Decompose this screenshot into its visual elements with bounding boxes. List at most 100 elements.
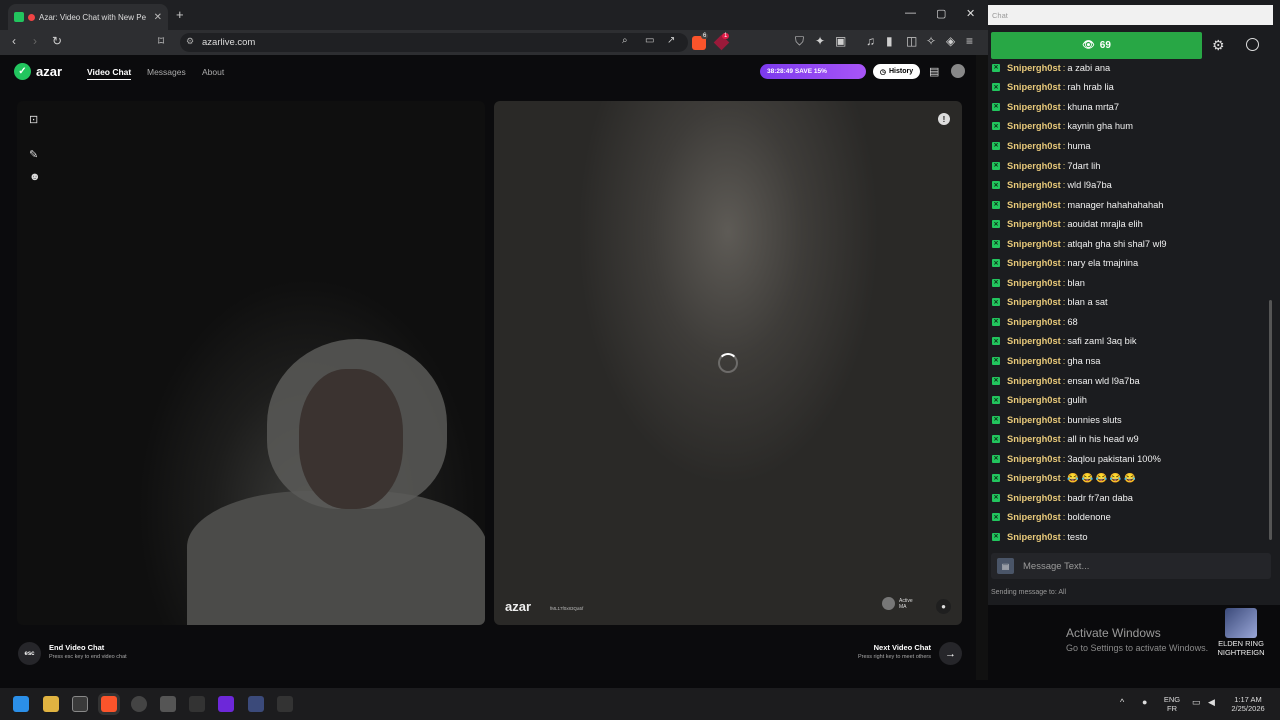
popout-icon[interactable] <box>1246 38 1259 51</box>
chat-overlay-window: Chat 👁 69 ⚙ ✕ Snipergh0st: a zabi ana ✕ Snip… <box>988 0 1280 605</box>
chat-username[interactable]: Snipergh0st <box>1007 454 1061 464</box>
next-chat-button[interactable]: → <box>939 642 962 665</box>
share-icon[interactable]: ↗ <box>667 35 675 46</box>
elden-ring-shortcut-icon[interactable] <box>1225 608 1257 638</box>
zoom-icon[interactable]: ⌕ <box>622 35 628 46</box>
azar-logo[interactable]: ✓ azar <box>14 63 62 80</box>
minimize-button[interactable]: — <box>905 7 916 19</box>
chat-username[interactable]: Snipergh0st <box>1007 532 1061 542</box>
leo-ai-icon[interactable]: ✧ <box>926 34 936 48</box>
obs-icon[interactable] <box>131 696 147 712</box>
chat-message-input[interactable] <box>1023 559 1263 573</box>
page-scrollbar[interactable] <box>976 55 988 680</box>
close-window-button[interactable]: ✕ <box>966 7 975 20</box>
chat-username[interactable]: Snipergh0st <box>1007 121 1061 131</box>
history-button[interactable]: ◷ History <box>873 64 920 79</box>
bookmark-icon[interactable]: ⌑ <box>158 34 164 48</box>
store-icon[interactable]: ▤ <box>929 65 939 78</box>
promo-timer-badge[interactable]: 38:28:49 SAVE 15% <box>760 64 866 79</box>
new-tab-button[interactable]: + <box>176 7 184 22</box>
reload-icon[interactable]: ↻ <box>52 34 62 48</box>
viewer-count: 69 <box>1099 40 1111 51</box>
ghub-icon[interactable] <box>189 696 205 712</box>
chat-separator: : <box>1062 336 1066 347</box>
language-indicator[interactable]: ENG FR <box>1160 695 1184 713</box>
magic-wand-icon[interactable]: ✎ <box>29 148 38 161</box>
vpn-shield-icon[interactable]: ⛉ <box>795 34 804 49</box>
tray-overflow-icon[interactable]: ^ <box>1120 698 1124 707</box>
chat-message-list[interactable]: ✕ Snipergh0st: a zabi ana ✕ Snipergh0st: rah … <box>992 58 1264 548</box>
nav-messages[interactable]: Messages <box>147 67 186 77</box>
microphone-icon[interactable]: ● <box>1142 698 1147 707</box>
chat-username[interactable]: Snipergh0st <box>1007 102 1061 112</box>
chat-message-text: rah hrab lia <box>1067 82 1114 93</box>
chat-username[interactable]: Snipergh0st <box>1007 512 1061 522</box>
chat-username[interactable]: Snipergh0st <box>1007 82 1061 92</box>
profile-avatar[interactable] <box>951 64 965 78</box>
nav-video-chat[interactable]: Video Chat <box>87 67 132 80</box>
forward-icon[interactable]: › <box>33 34 37 48</box>
chat-username[interactable]: Snipergh0st <box>1007 258 1061 268</box>
store-app-icon[interactable] <box>72 696 88 712</box>
remote-user-chip[interactable]: Active MA <box>882 597 913 610</box>
elden-ring-task-icon[interactable] <box>248 696 264 712</box>
report-icon[interactable]: ! <box>938 113 950 125</box>
chat-username[interactable]: Snipergh0st <box>1007 63 1061 73</box>
chat-username[interactable]: Snipergh0st <box>1007 141 1061 151</box>
chat-username[interactable]: Snipergh0st <box>1007 297 1061 307</box>
chat-username[interactable]: Snipergh0st <box>1007 473 1061 483</box>
gear-icon[interactable]: ⚙ <box>1212 37 1225 54</box>
maximize-button[interactable]: ▢ <box>936 7 946 20</box>
chat-username[interactable]: Snipergh0st <box>1007 278 1061 288</box>
extensions-icon[interactable]: ✦ <box>815 34 825 48</box>
moderator-badge-icon: ✕ <box>992 298 1000 307</box>
chat-username[interactable]: Snipergh0st <box>1007 415 1061 425</box>
chat-separator: : <box>1062 355 1066 366</box>
volume-icon[interactable]: ◀ <box>1208 698 1215 707</box>
chat-username[interactable]: Snipergh0st <box>1007 493 1061 503</box>
chat-message: ✕ Snipergh0st: bunnies sluts <box>992 410 1264 430</box>
back-icon[interactable]: ‹ <box>12 34 16 48</box>
tab-close-icon[interactable]: ✕ <box>154 12 162 23</box>
chat-username[interactable]: Snipergh0st <box>1007 356 1061 366</box>
clock[interactable]: 1:17 AM 2/25/2026 <box>1226 695 1270 713</box>
emote-picker-icon[interactable]: ▤ <box>997 558 1014 574</box>
chat-username[interactable]: Snipergh0st <box>1007 219 1061 229</box>
nzxt-icon[interactable] <box>218 696 234 712</box>
moderator-badge-icon: ✕ <box>992 259 1000 268</box>
chat-scrollbar[interactable] <box>1269 300 1272 540</box>
steam-icon[interactable] <box>160 696 176 712</box>
chat-username[interactable]: Snipergh0st <box>1007 200 1061 210</box>
chat-username[interactable]: Snipergh0st <box>1007 395 1061 405</box>
chat-bubble-icon[interactable]: ● <box>936 599 951 614</box>
chat-username[interactable]: Snipergh0st <box>1007 239 1061 249</box>
site-info-icon[interactable]: ⚙ <box>186 36 194 47</box>
wallet-icon[interactable]: ◫ <box>906 34 917 48</box>
elden-ring-shortcut-label[interactable]: ELDEN RING NIGHTREIGN <box>1212 639 1270 657</box>
menu-icon[interactable]: ≡ <box>966 34 973 48</box>
chat-username[interactable]: Snipergh0st <box>1007 317 1061 327</box>
sidebar-icon[interactable]: ▮ <box>886 34 893 48</box>
loading-spinner-icon <box>718 353 738 373</box>
address-bar[interactable]: ⚙ azarlive.com ⌕ ▭ ↗ <box>180 33 688 52</box>
nav-about[interactable]: About <box>202 67 224 77</box>
ghub-secondary-icon[interactable] <box>277 696 293 712</box>
chat-username[interactable]: Snipergh0st <box>1007 161 1061 171</box>
chat-message-text: 7dart lih <box>1067 160 1101 171</box>
media-icon[interactable]: ♫ <box>866 34 875 48</box>
chat-username[interactable]: Snipergh0st <box>1007 434 1061 444</box>
chat-username[interactable]: Snipergh0st <box>1007 336 1061 346</box>
chat-username[interactable]: Snipergh0st <box>1007 180 1061 190</box>
windows-start-icon[interactable] <box>13 696 29 712</box>
cast-icon[interactable]: ▭ <box>645 35 654 46</box>
end-chat-button[interactable]: esc <box>18 642 41 665</box>
screenshot-icon[interactable]: ▣ <box>835 34 846 48</box>
vpn-icon[interactable]: ◈ <box>946 34 955 48</box>
browser-tab[interactable]: Azar: Video Chat with New Pe ✕ <box>8 4 168 30</box>
brave-browser-icon[interactable] <box>101 696 117 712</box>
chat-username[interactable]: Snipergh0st <box>1007 376 1061 386</box>
mask-icon[interactable]: ☻ <box>29 171 41 183</box>
network-icon[interactable]: ▭ <box>1192 698 1201 707</box>
file-explorer-icon[interactable] <box>43 696 59 712</box>
filter-icon[interactable]: ⊡ <box>29 113 38 126</box>
